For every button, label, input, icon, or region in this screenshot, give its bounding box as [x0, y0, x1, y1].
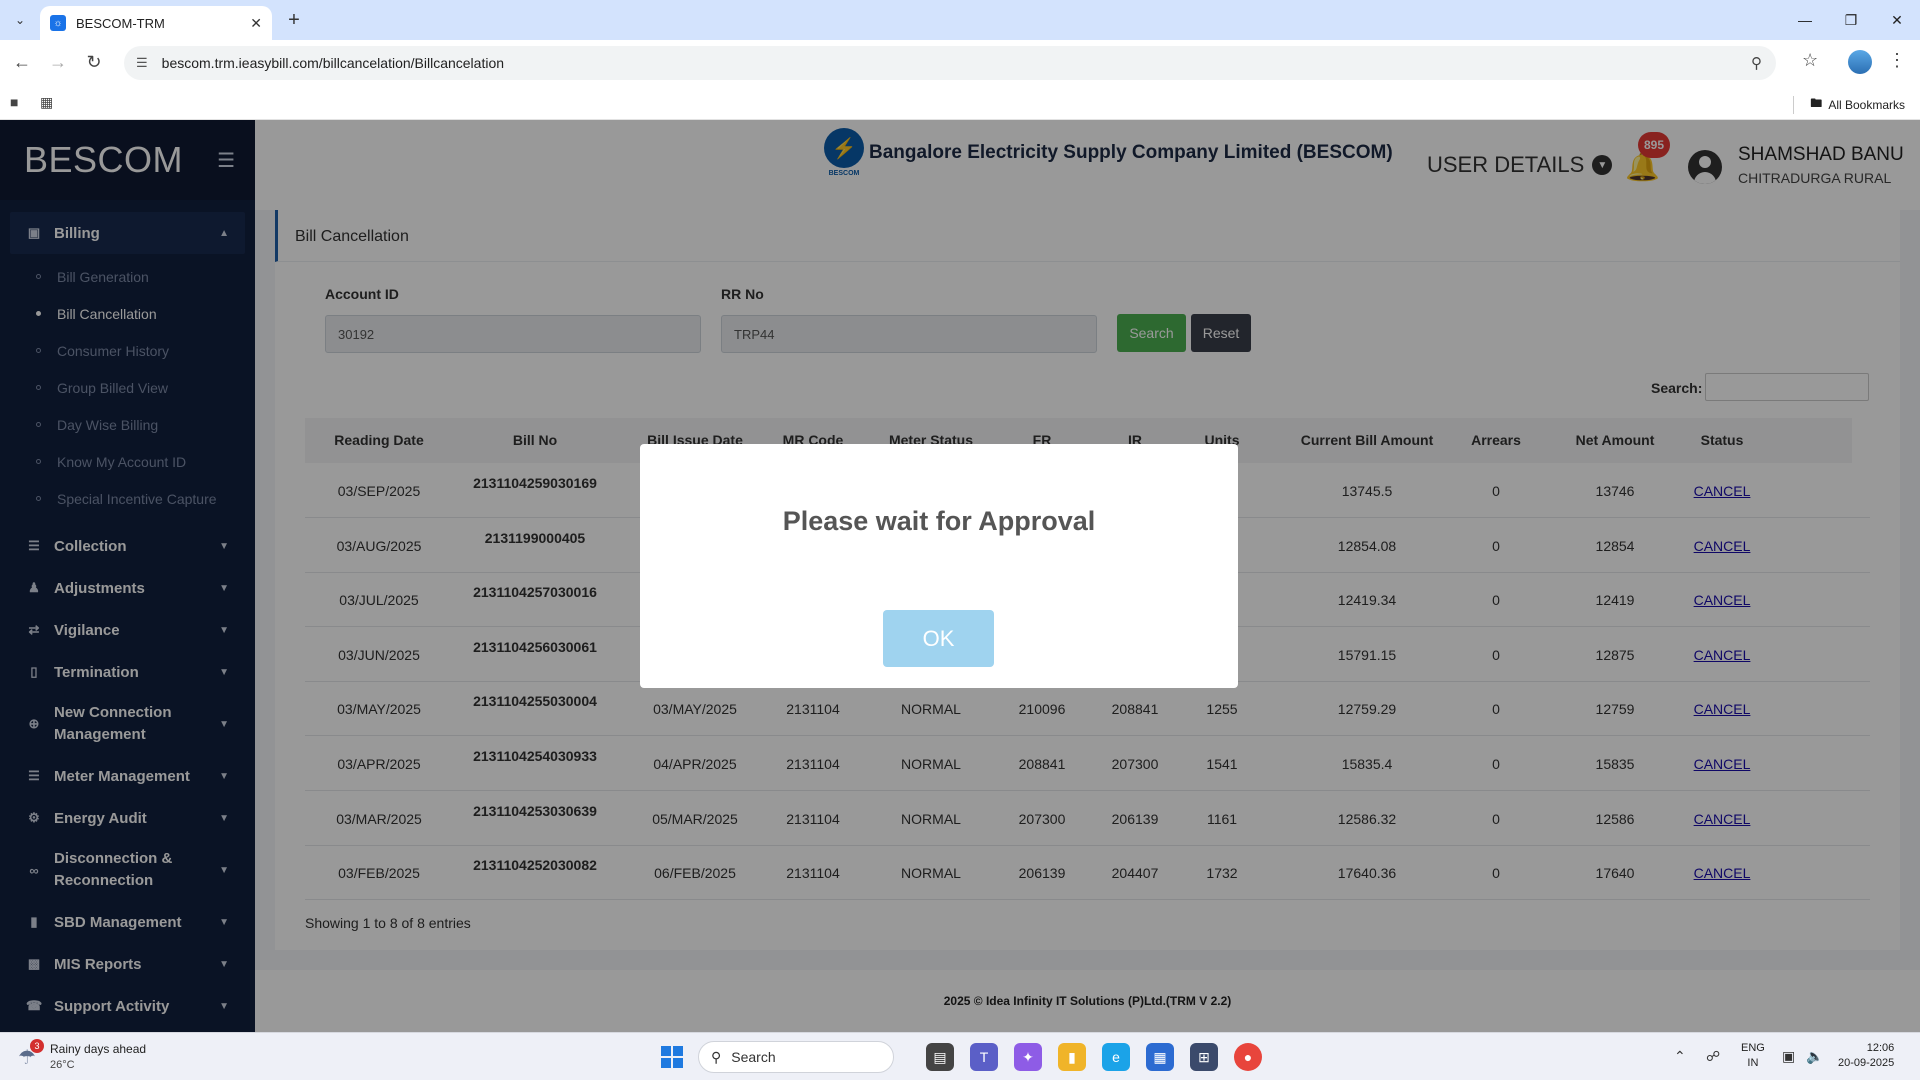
new-tab-icon[interactable]: +	[282, 8, 306, 32]
dialog-message: Please wait for Approval	[782, 506, 1096, 536]
network-icon[interactable]: ☍	[1706, 1048, 1720, 1065]
back-icon[interactable]: ←	[10, 50, 34, 74]
approval-dialog: Please wait for Approval OK	[640, 444, 1238, 688]
weather-temp: 26°C	[50, 1059, 75, 1071]
clock-time: 12:06	[1866, 1042, 1895, 1054]
weather-badge: 3	[30, 1039, 44, 1053]
reload-icon[interactable]: ↻	[82, 50, 106, 74]
apps-grid-icon[interactable]: ▦	[40, 94, 53, 111]
site-info-icon[interactable]: ☰	[136, 55, 148, 71]
favicon-icon: ☼	[50, 15, 66, 31]
tray-chevron-up-icon[interactable]: ⌃	[1674, 1048, 1686, 1065]
url-text: bescom.trm.ieasybill.com/billcancelation…	[161, 55, 505, 71]
folder-icon[interactable]: ▮	[1058, 1043, 1086, 1071]
copilot-icon[interactable]: ✦	[1014, 1043, 1042, 1071]
forward-icon[interactable]: →	[46, 50, 70, 74]
bookmarks-bar: ■ ▦ 🖿 All Bookmarks	[0, 84, 1920, 120]
zoom-icon[interactable]: ⚲	[1751, 54, 1762, 72]
browser-tab-bar: ⌄ ☼ BESCOM-TRM ✕ + — ❐ ✕	[0, 0, 1920, 40]
lang-bottom: IN	[1747, 1057, 1759, 1069]
taskbar-search[interactable]: ⚲ Search	[698, 1041, 894, 1073]
teams-icon[interactable]: T	[970, 1043, 998, 1071]
tab-title: BESCOM-TRM	[76, 15, 165, 31]
weather-text[interactable]: Rainy days ahead	[50, 1042, 146, 1056]
browser-menu-icon[interactable]: ⋮	[1888, 50, 1906, 71]
calculator-icon[interactable]: ⊞	[1190, 1043, 1218, 1071]
extension-icon[interactable]: ■	[10, 94, 18, 110]
search-icon: ⚲	[711, 1048, 722, 1065]
bookmark-star-icon[interactable]: ☆	[1802, 50, 1818, 71]
windows-taskbar: ☂ 3 Rainy days ahead 26°C ⚲ Search ▤ T ✦…	[0, 1032, 1920, 1080]
profile-avatar[interactable]	[1848, 50, 1872, 74]
address-bar[interactable]: ☰ bescom.trm.ieasybill.com/billcancelati…	[124, 46, 1776, 80]
window-controls: — ❐ ✕	[1782, 0, 1920, 40]
store-icon[interactable]: ▦	[1146, 1043, 1174, 1071]
start-button-icon[interactable]	[661, 1046, 683, 1068]
browser-tab[interactable]: ☼ BESCOM-TRM ✕	[40, 6, 272, 40]
edge-icon[interactable]: e	[1102, 1043, 1130, 1071]
language-indicator[interactable]: ENG IN	[1741, 1041, 1765, 1071]
all-bookmarks[interactable]: 🖿 All Bookmarks	[1793, 94, 1905, 115]
volume-icon[interactable]: 🔈	[1806, 1048, 1823, 1065]
clock-date: 20-09-2025	[1838, 1057, 1895, 1069]
browser-toolbar: ← → ↻ ☰ bescom.trm.ieasybill.com/billcan…	[0, 40, 1920, 84]
chrome-icon[interactable]: ●	[1234, 1043, 1262, 1071]
lang-top: ENG	[1741, 1042, 1765, 1054]
close-tab-icon[interactable]: ✕	[250, 15, 262, 32]
window-close-icon[interactable]: ✕	[1874, 0, 1920, 40]
minimize-icon[interactable]: —	[1782, 0, 1828, 40]
all-bookmarks-label: All Bookmarks	[1828, 97, 1905, 112]
file-manager-icon[interactable]: ▤	[926, 1043, 954, 1071]
bookmarks-divider	[1793, 95, 1795, 114]
tab-list-chevron-icon[interactable]: ⌄	[8, 8, 32, 32]
taskbar-search-label: Search	[731, 1049, 776, 1065]
restore-icon[interactable]: ❐	[1828, 0, 1874, 40]
display-icon[interactable]: ▣	[1782, 1048, 1795, 1065]
system-clock[interactable]: 12:06 20-09-2025	[1838, 1041, 1894, 1071]
folder-icon: 🖿	[1810, 96, 1823, 110]
ok-button[interactable]: OK	[883, 610, 994, 667]
